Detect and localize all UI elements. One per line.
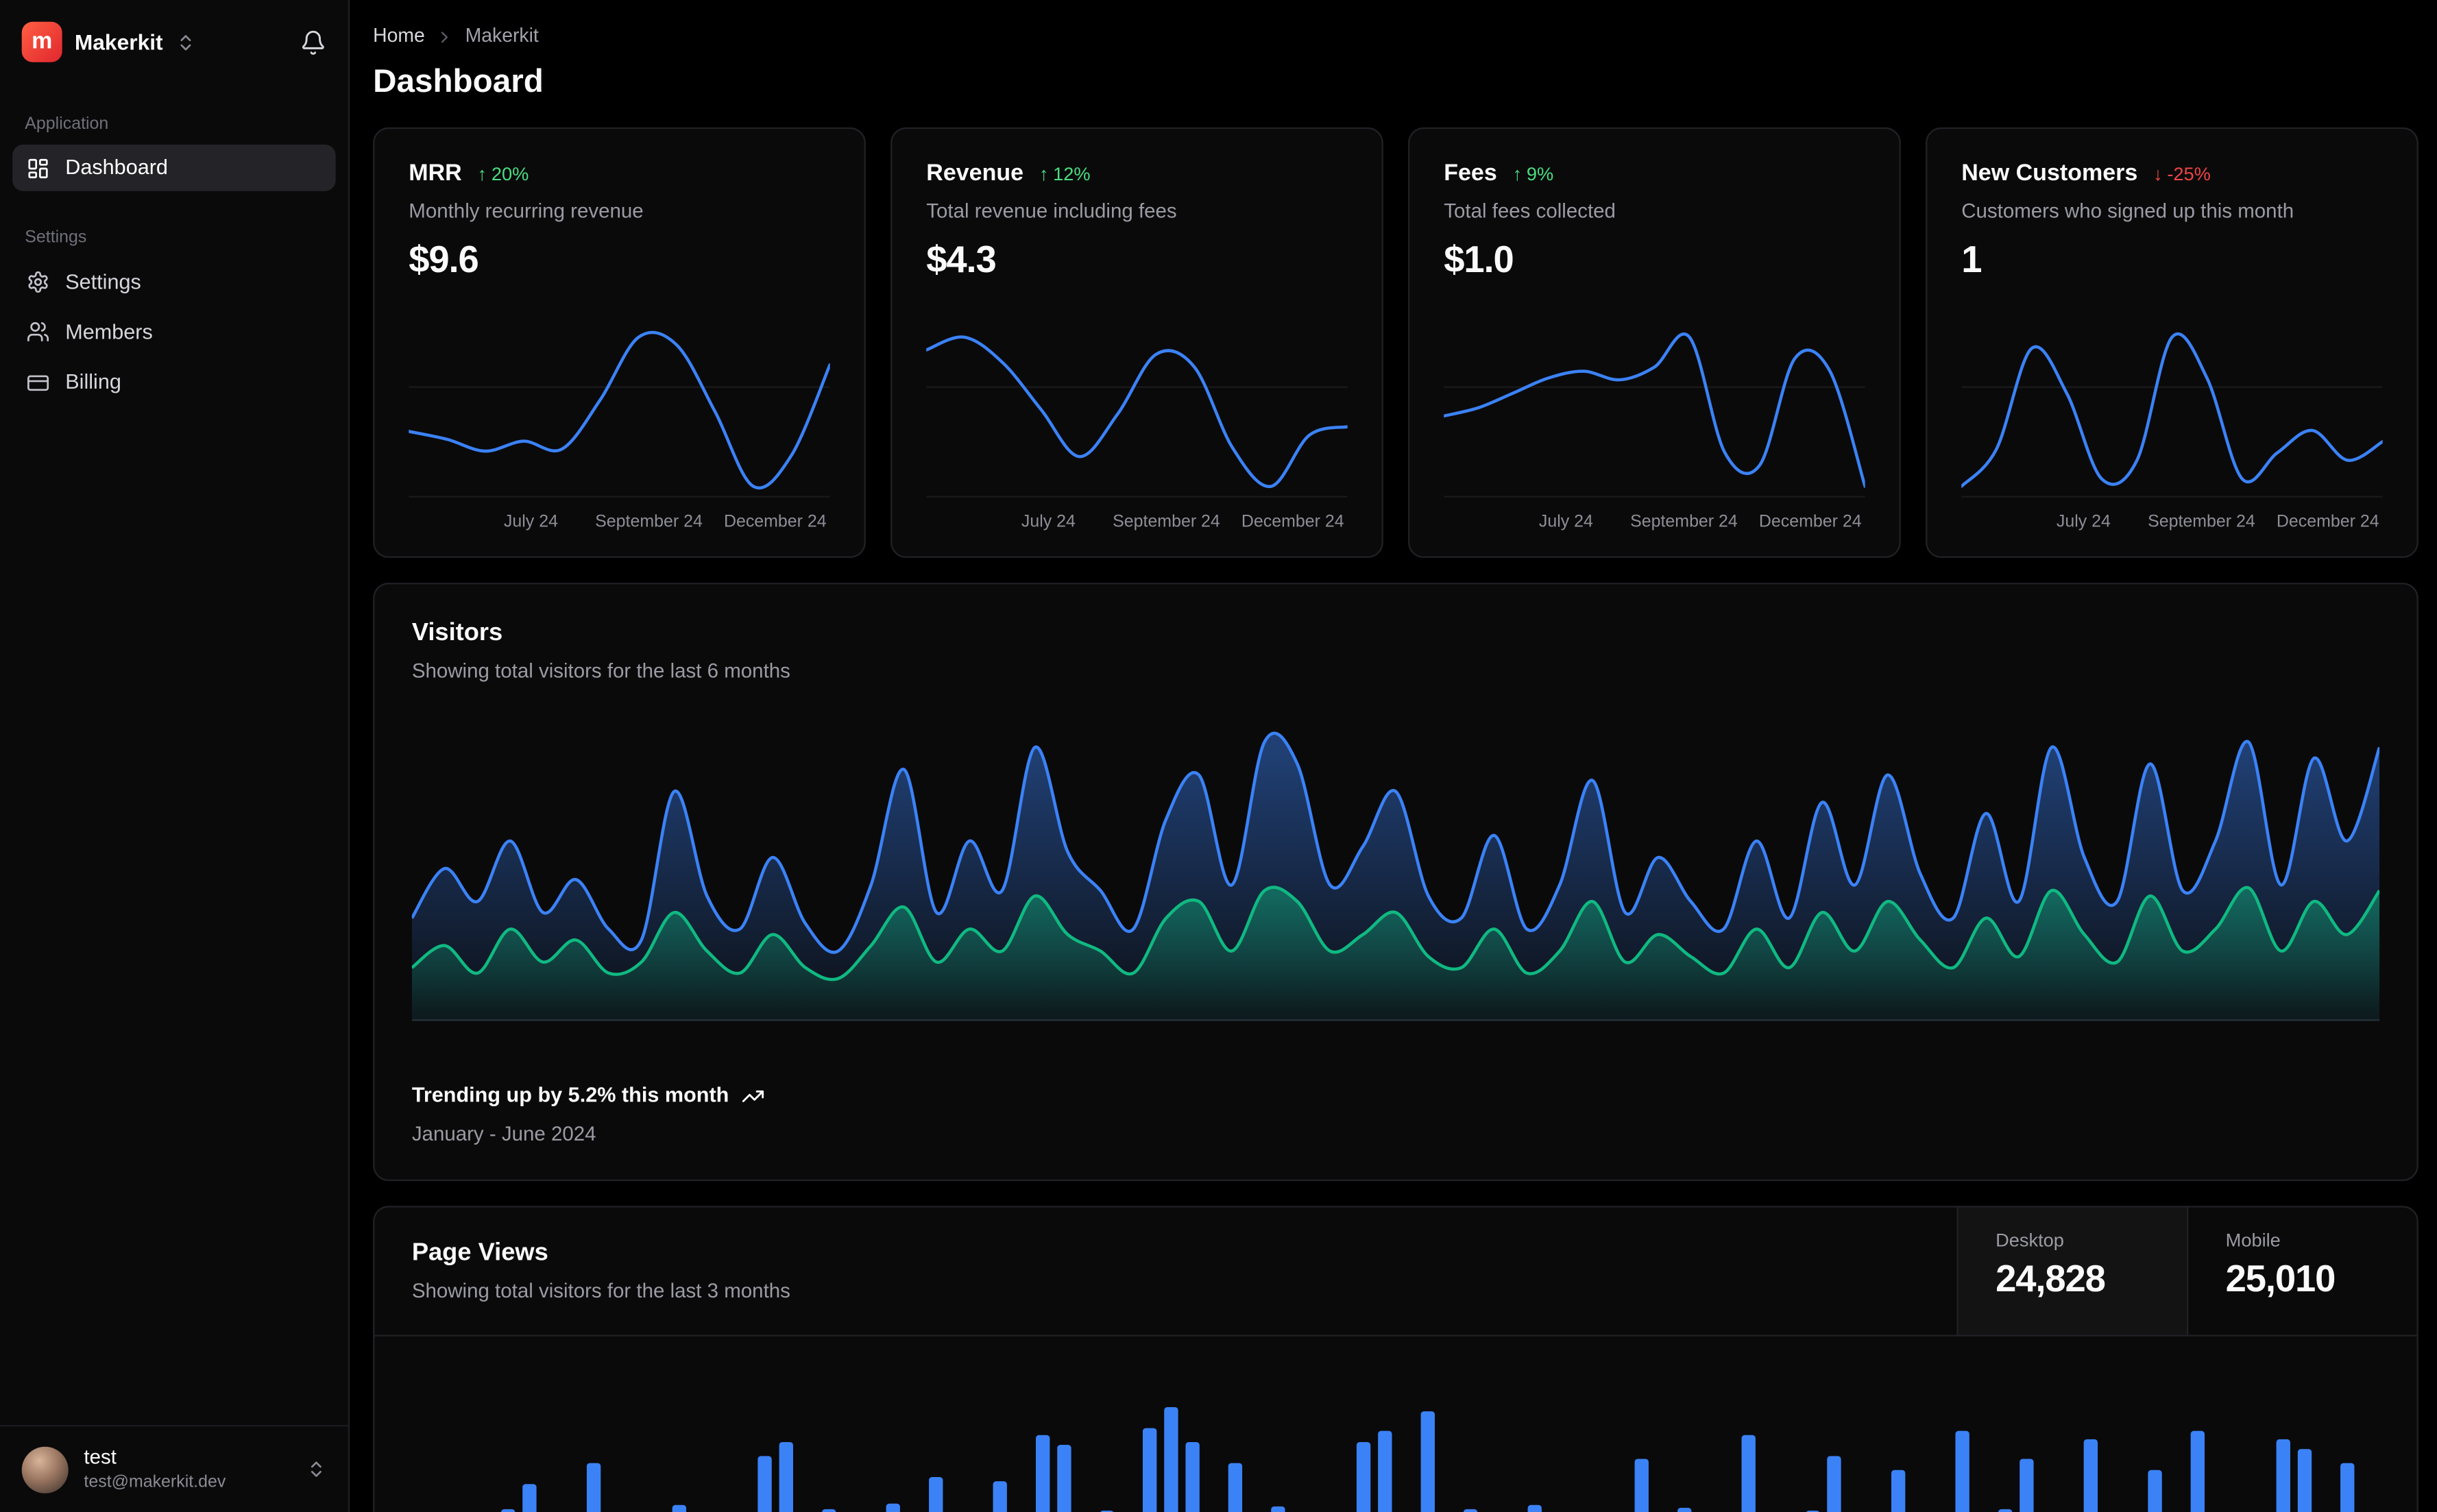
user-avatar: [21, 1446, 69, 1493]
revenue-sparkline-chart: [926, 327, 1348, 501]
visitors-area-chart: [411, 723, 2380, 1022]
mobile-value: 25,010: [2225, 1258, 2336, 1301]
user-email: test@makerkit.dev: [84, 1472, 226, 1492]
toggle-mobile[interactable]: Mobile 25,010: [2186, 1207, 2417, 1335]
desktop-label: Desktop: [1996, 1229, 2064, 1252]
visitors-date-range: January - June 2024: [411, 1121, 596, 1145]
bell-icon: [302, 29, 324, 54]
stat-cards-row: MRR ↑ 20% Monthly recurring revenue $9.6 …: [373, 127, 2418, 557]
page-views-series-toggles: Desktop 24,828 Mobile 25,010: [1956, 1207, 2417, 1335]
sidebar-item-label: Dashboard: [65, 156, 168, 180]
stat-title: MRR: [409, 160, 462, 187]
page-views-subtitle: Showing total visitors for the last 3 mo…: [411, 1279, 790, 1303]
page-views-bar-chart: [412, 1355, 2379, 1512]
user-info: test test@makerkit.dev: [84, 1446, 226, 1493]
arrow-up-icon: ↑: [477, 163, 487, 185]
toggle-desktop[interactable]: Desktop 24,828: [1956, 1207, 2187, 1335]
app-window: m Makerkit Application Dashboard Setting…: [0, 0, 2437, 1512]
stat-delta-badge: ↑ 12%: [1039, 163, 1091, 185]
desktop-value: 24,828: [1996, 1258, 2106, 1301]
stat-delta-badge: ↑ 20%: [477, 163, 529, 185]
stat-card-mrr: MRR ↑ 20% Monthly recurring revenue $9.6 …: [373, 127, 866, 557]
stat-title: Fees: [1444, 160, 1497, 187]
sidebar-item-settings[interactable]: Settings: [12, 259, 336, 306]
chevrons-up-down-icon: [180, 34, 191, 50]
sparkline-x-axis: July 24 September 24 December 24: [2056, 512, 2379, 531]
stat-title: Revenue: [926, 160, 1024, 187]
sidebar-item-label: Members: [65, 319, 153, 343]
stat-card-revenue: Revenue ↑ 12% Total revenue including fee…: [890, 127, 1383, 557]
visitors-card: Visitors Showing total visitors for the …: [373, 582, 2418, 1182]
stat-value: 1: [1961, 239, 1982, 281]
page-views-title: Page Views: [411, 1240, 548, 1267]
notifications-button[interactable]: [300, 29, 327, 56]
dashboard-icon: [28, 158, 48, 178]
sidebar: m Makerkit Application Dashboard Setting…: [0, 0, 350, 1512]
trending-up-icon: [742, 1090, 764, 1102]
sparkline-x-axis: July 24 September 24 December 24: [503, 512, 827, 531]
user-menu[interactable]: test test@makerkit.dev: [0, 1425, 348, 1512]
stat-subtitle: Total revenue including fees: [926, 199, 1177, 223]
stat-delta-badge: ↓ -25%: [2153, 163, 2211, 185]
workspace-name: Makerkit: [74, 29, 163, 54]
nav-section-application: Application: [25, 114, 109, 134]
page-views-header: Page Views Showing total visitors for th…: [374, 1207, 2417, 1337]
nav-section-settings: Settings: [25, 229, 87, 248]
stat-value: $1.0: [1444, 239, 1514, 281]
stat-delta-badge: ↑ 9%: [1512, 163, 1554, 185]
arrow-down-icon: ↓: [2153, 163, 2163, 185]
chevron-right-icon: [441, 31, 448, 42]
visitors-subtitle: Showing total visitors for the last 6 mo…: [411, 658, 790, 682]
stat-subtitle: Customers who signed up this month: [1961, 199, 2294, 223]
gear-icon: [28, 271, 48, 293]
sidebar-nav: Application Dashboard Settings Settings …: [0, 115, 348, 406]
customers-sparkline-chart: [1961, 327, 2383, 501]
sparkline-x-axis: July 24 September 24 December 24: [1538, 512, 1862, 531]
sidebar-item-label: Settings: [65, 269, 141, 293]
stat-subtitle: Total fees collected: [1444, 199, 1616, 223]
mobile-label: Mobile: [2225, 1229, 2281, 1252]
members-icon: [27, 322, 49, 342]
billing-icon: [27, 374, 49, 391]
sparkline-x-axis: July 24 September 24 December 24: [1021, 512, 1344, 531]
mrr-sparkline-chart: [409, 327, 830, 501]
stat-title: New Customers: [1961, 160, 2138, 187]
stat-subtitle: Monthly recurring revenue: [409, 199, 644, 223]
stat-value: $4.3: [926, 239, 997, 281]
visitors-trend-text: Trending up by 5.2% this month: [411, 1084, 729, 1108]
sidebar-item-dashboard[interactable]: Dashboard: [12, 145, 336, 192]
makerkit-logo: m: [21, 21, 62, 62]
page-title: Dashboard: [373, 63, 544, 100]
breadcrumb-current: Makerkit: [465, 25, 539, 47]
arrow-up-icon: ↑: [1512, 163, 1523, 185]
page-views-card: Page Views Showing total visitors for th…: [373, 1206, 2418, 1512]
chevrons-up-down-icon: [311, 1461, 322, 1478]
breadcrumb: Home Makerkit: [373, 25, 2418, 48]
arrow-up-icon: ↑: [1039, 163, 1049, 185]
stat-value: $9.6: [409, 239, 479, 281]
visitors-footer: Trending up by 5.2% this month January -…: [412, 1084, 2379, 1145]
main-content: Home Makerkit Dashboard MRR ↑ 20% Monthly…: [350, 0, 2437, 1512]
visitors-title: Visitors: [411, 619, 503, 646]
stat-card-fees: Fees ↑ 9% Total fees collected $1.0 July …: [1408, 127, 1901, 557]
sidebar-header: m Makerkit: [0, 0, 348, 77]
sidebar-item-billing[interactable]: Billing: [12, 359, 336, 406]
stat-card-new-customers: New Customers ↓ -25% Customers who signed…: [1926, 127, 2418, 557]
fees-sparkline-chart: [1444, 327, 1865, 501]
sidebar-item-label: Billing: [65, 369, 121, 393]
workspace-selector[interactable]: m Makerkit: [21, 21, 196, 62]
logo-letter: m: [32, 27, 53, 55]
breadcrumb-home[interactable]: Home: [373, 25, 425, 48]
user-name: test: [84, 1446, 117, 1470]
sidebar-item-members[interactable]: Members: [12, 309, 336, 356]
